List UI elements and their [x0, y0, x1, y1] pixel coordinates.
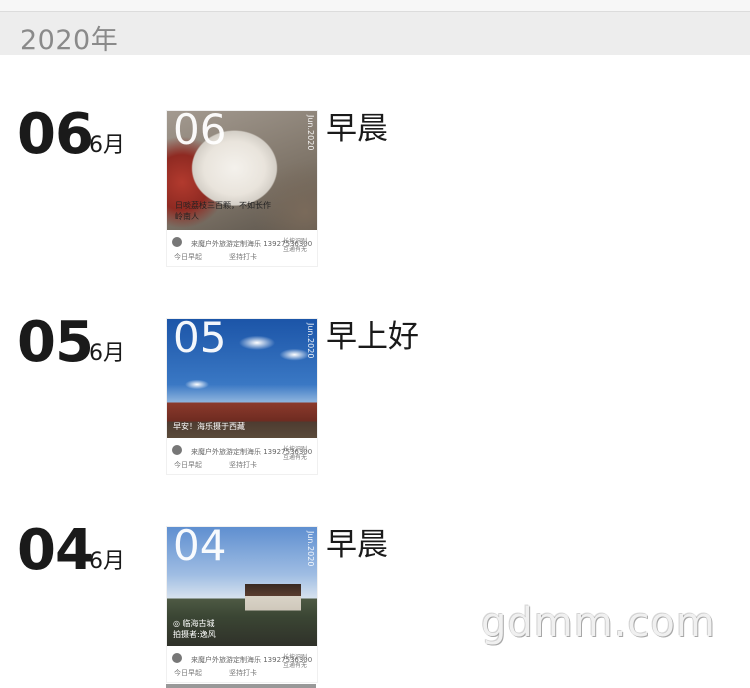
card-footer: 来魔户外旅游定制海乐 13927536300 今日早起 坚持打卡 长按识别 互通… [167, 649, 317, 682]
card-footer-right: 长按识别 互通有无 [282, 654, 307, 670]
entry-card-image[interactable]: 04 Jun.2020 ◎ 临海古城 拍摄者:逸风 来魔户外旅游定制海乐 139… [166, 526, 318, 683]
card-footer-mid: 坚持打卡 [229, 461, 257, 469]
avatar [172, 445, 182, 455]
card-date-vertical: Jun.2020 [306, 531, 315, 567]
entry-month: 6月 [89, 341, 125, 366]
card-footer-left: 今日早起 [174, 461, 202, 469]
card-footer-mid: 坚持打卡 [229, 669, 257, 677]
card-footer-left: 今日早起 [174, 253, 202, 261]
card-footer: 来魔户外旅游定制海乐 13927536300 今日早起 坚持打卡 长按识别 互通… [167, 441, 317, 474]
entry-day: 04 [17, 518, 94, 583]
card-footer-right: 长按识别 互通有无 [282, 446, 307, 462]
card-footer-left: 今日早起 [174, 669, 202, 677]
card-day-number: 06 [173, 111, 227, 154]
card-day-number: 05 [173, 319, 227, 362]
entry-month: 6月 [89, 133, 125, 158]
card-date-vertical: Jun.2020 [306, 323, 315, 359]
site-watermark: gdmm.com [481, 600, 716, 646]
card-photo: 05 Jun.2020 早安！海乐摄于西藏 [167, 319, 317, 438]
entry-title: 早上好 [326, 319, 419, 355]
entry-card-image[interactable]: 05 Jun.2020 早安！海乐摄于西藏 来魔户外旅游定制海乐 1392753… [166, 318, 318, 475]
year-section-header: 2020年 [0, 12, 750, 56]
entry-title: 早晨 [326, 111, 388, 147]
avatar [172, 653, 182, 663]
card-caption: 日啖荔枝三百颗，不如长作 岭南人 [175, 201, 271, 221]
diary-entry[interactable]: 05 6月 05 Jun.2020 早安！海乐摄于西藏 来魔户外旅游定制海乐 1… [0, 310, 750, 475]
next-card-edge [166, 684, 316, 688]
diary-entry[interactable]: 06 6月 06 Jun.2020 日啖荔枝三百颗，不如长作 岭南人 来魔户外旅… [0, 102, 750, 267]
top-bar [0, 0, 750, 12]
card-footer-right: 长按识别 互通有无 [282, 238, 307, 254]
card-footer: 来魔户外旅游定制海乐 13927536300 今日早起 坚持打卡 长按识别 互通… [167, 233, 317, 266]
entry-day: 06 [17, 102, 94, 167]
card-day-number: 04 [173, 527, 227, 570]
card-footer-mid: 坚持打卡 [229, 253, 257, 261]
entry-card-image[interactable]: 06 Jun.2020 日啖荔枝三百颗，不如长作 岭南人 来魔户外旅游定制海乐 … [166, 110, 318, 267]
avatar [172, 237, 182, 247]
year-label: 2020年 [20, 25, 119, 56]
card-photo: 04 Jun.2020 ◎ 临海古城 拍摄者:逸风 [167, 527, 317, 646]
card-date-vertical: Jun.2020 [306, 115, 315, 151]
entry-day: 05 [17, 310, 94, 375]
card-caption: ◎ 临海古城 拍摄者:逸风 [173, 618, 216, 639]
card-photo: 06 Jun.2020 日啖荔枝三百颗，不如长作 岭南人 [167, 111, 317, 230]
entry-title: 早晨 [326, 527, 388, 563]
entry-month: 6月 [89, 549, 125, 574]
card-caption: 早安！海乐摄于西藏 [173, 421, 245, 431]
